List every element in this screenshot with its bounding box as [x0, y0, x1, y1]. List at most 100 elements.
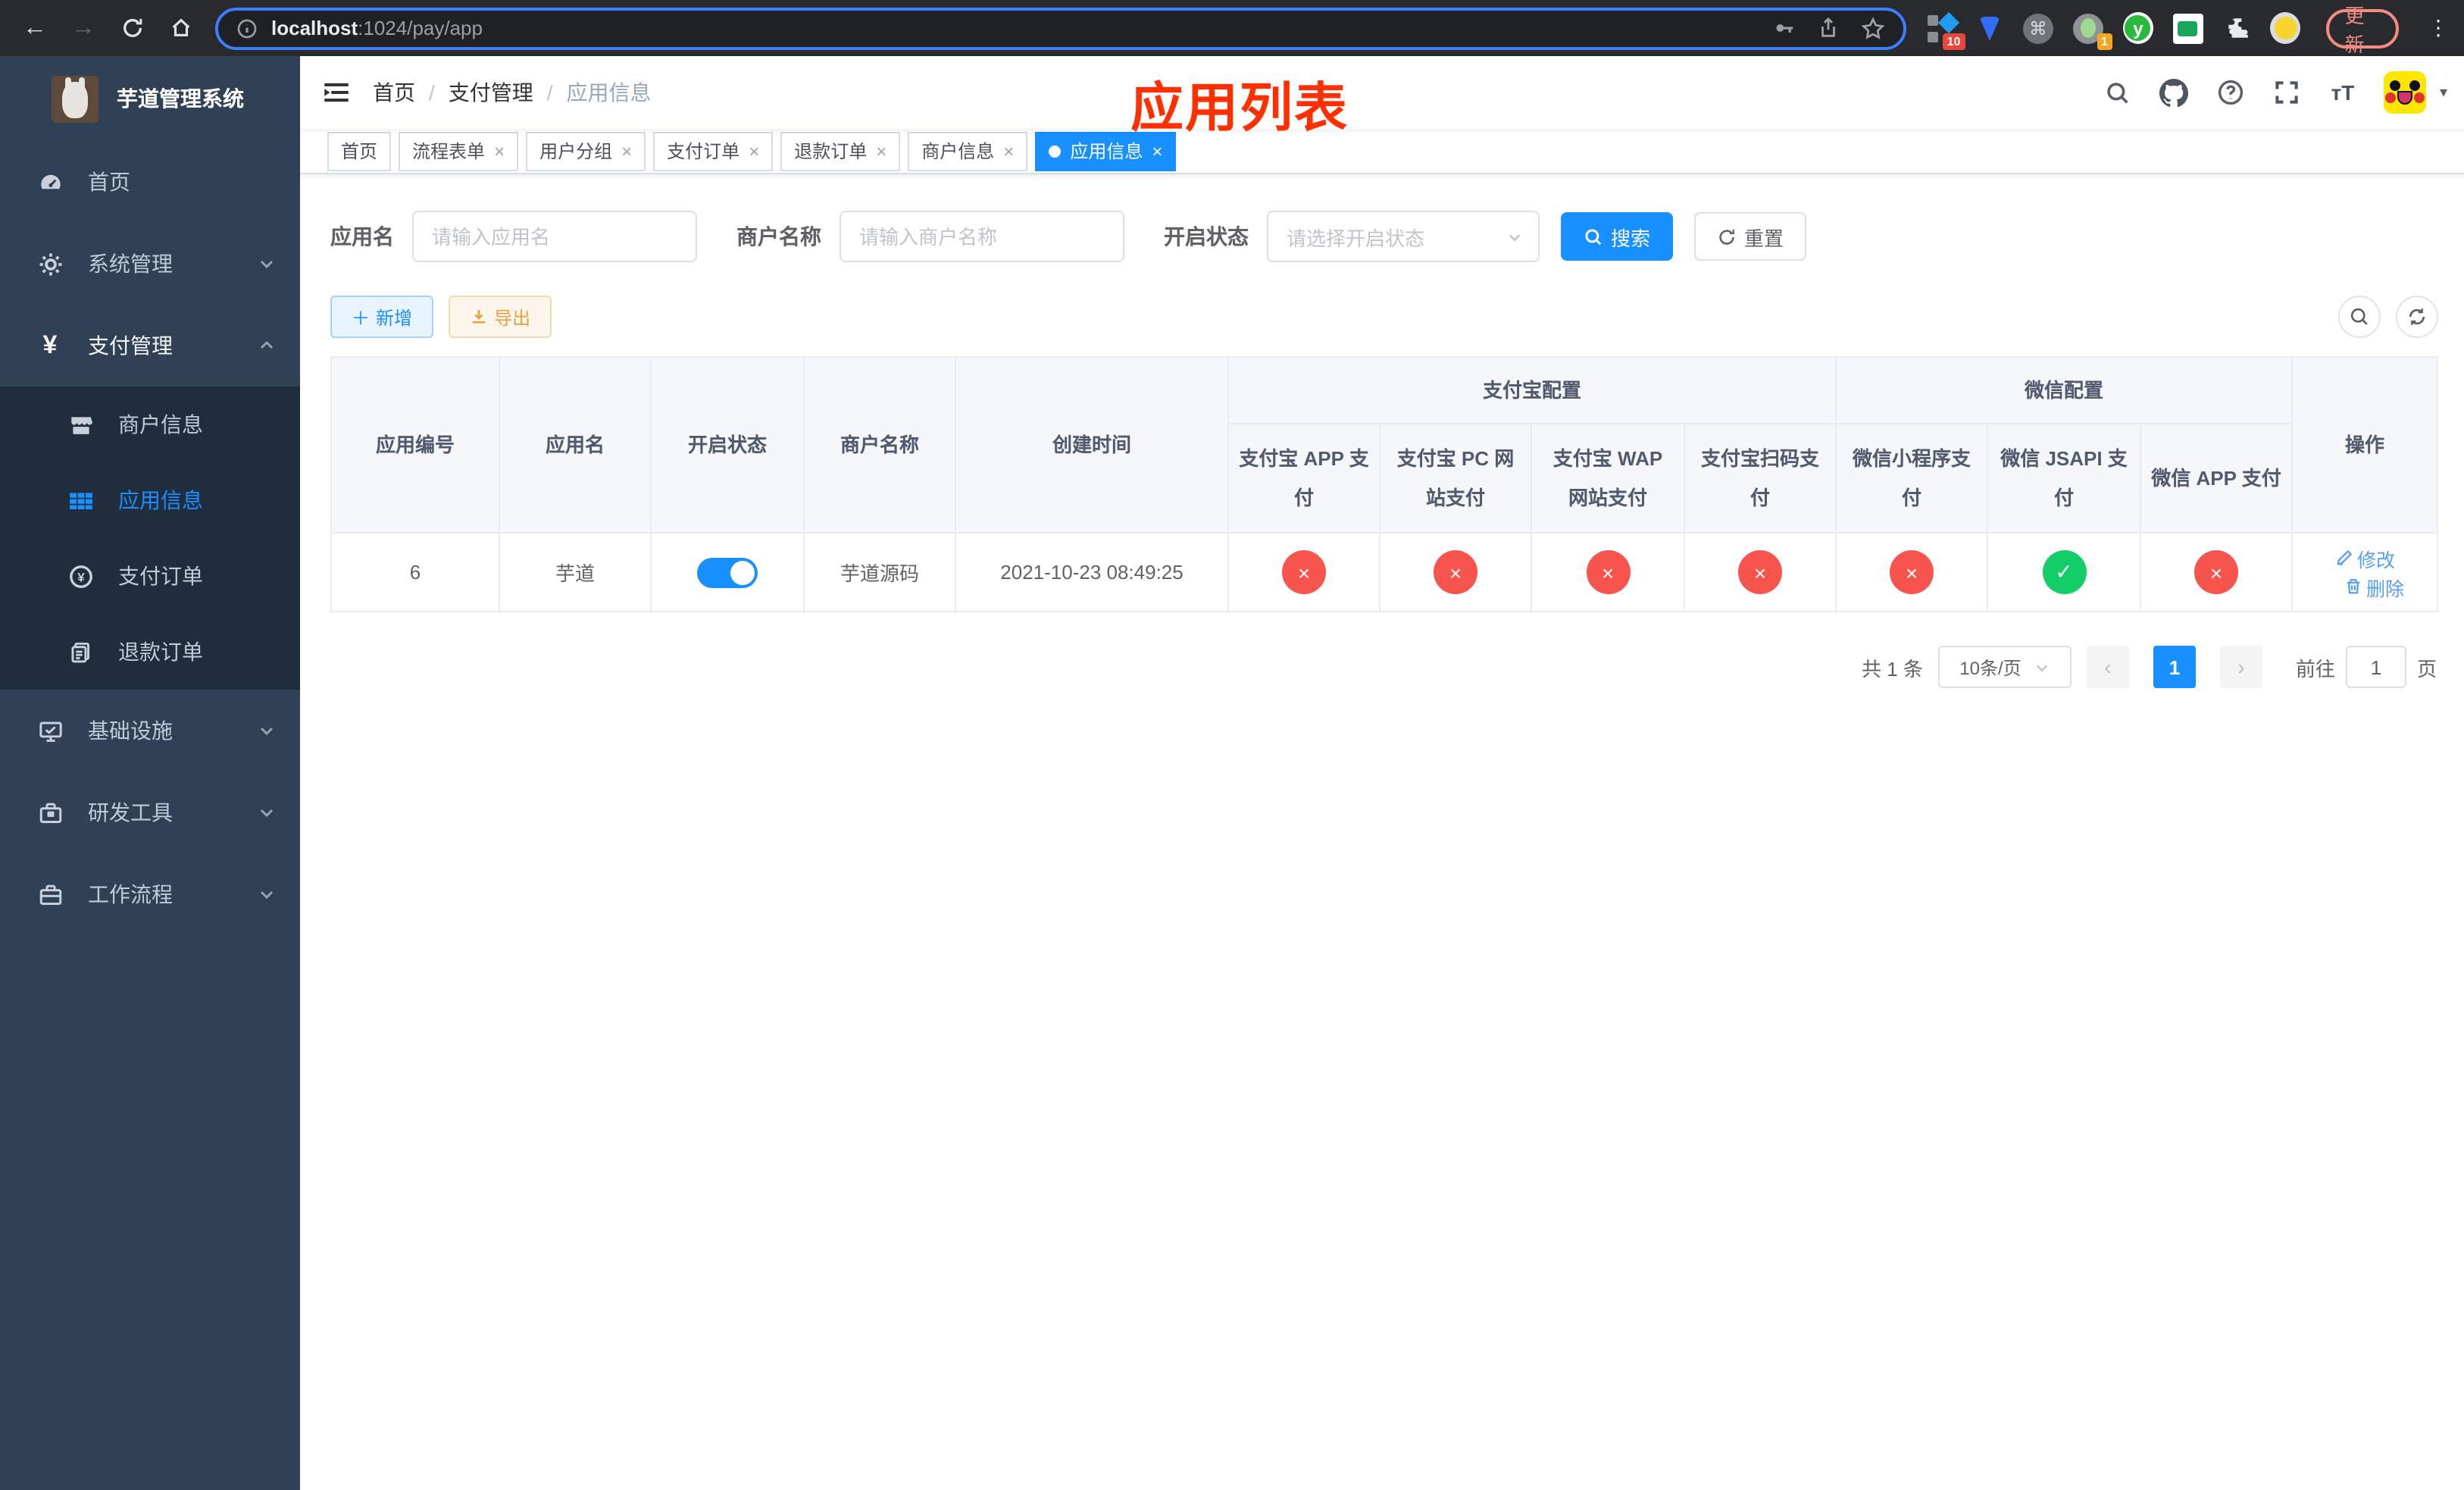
- next-page-button[interactable]: ›: [2219, 646, 2262, 688]
- download-icon: [472, 310, 486, 324]
- sidebar-item-app-info[interactable]: 应用信息: [0, 462, 300, 538]
- bunny-illustration: [62, 77, 88, 117]
- pencil-icon: [2336, 549, 2352, 565]
- browser-back-icon[interactable]: ←: [15, 8, 55, 48]
- extensions-menu-icon[interactable]: [2223, 13, 2251, 43]
- fullscreen-icon[interactable]: [2272, 77, 2302, 108]
- add-button[interactable]: ＋ 新增: [330, 296, 434, 338]
- sidebar-item-payment[interactable]: ¥ 支付管理: [0, 305, 300, 387]
- yen-circle-icon: ¥: [67, 562, 94, 590]
- cell-app-id: 6: [330, 532, 500, 612]
- extension-chat-icon[interactable]: [2172, 13, 2203, 43]
- screen: ← → localhost:1024/pay/app 10 ⌘ 1 y 更新 …: [0, 0, 2464, 1490]
- breadcrumb-separator: /: [429, 80, 435, 105]
- tag-refund-orders[interactable]: 退款订单 ×: [780, 131, 901, 171]
- extension-grid-icon[interactable]: 10: [1928, 11, 1965, 49]
- sidebar-item-label: 首页: [88, 170, 130, 194]
- breadcrumb-current: 应用信息: [566, 80, 652, 105]
- goto-page-input[interactable]: [2345, 646, 2406, 688]
- avatar-cheek: [2413, 92, 2425, 103]
- merchant-name-input[interactable]: [840, 211, 1124, 262]
- browser-home-icon[interactable]: [161, 8, 200, 48]
- current-page-button[interactable]: 1: [2153, 646, 2196, 688]
- close-icon[interactable]: ×: [749, 142, 759, 160]
- user-menu-caret-icon[interactable]: ▾: [2440, 84, 2447, 101]
- bookmark-star-icon[interactable]: [1862, 16, 1886, 40]
- close-icon[interactable]: ×: [494, 142, 505, 160]
- status-toggle[interactable]: [697, 557, 758, 587]
- sidebar-item-home[interactable]: 首页: [0, 141, 300, 223]
- grid-table-icon: [67, 487, 94, 514]
- kite-shape: [1978, 16, 2000, 40]
- sidebar-item-refund-orders[interactable]: 退款订单: [0, 614, 300, 690]
- sidebar-item-workflow[interactable]: 工作流程: [0, 853, 300, 935]
- sidebar-item-merchant-info[interactable]: 商户信息: [0, 387, 300, 462]
- status-select[interactable]: 请选择开启状态: [1267, 211, 1540, 262]
- site-info-icon[interactable]: [236, 17, 258, 39]
- tag-home[interactable]: 首页: [327, 131, 392, 171]
- close-icon[interactable]: ×: [1003, 142, 1014, 160]
- sidebar-collapse-icon[interactable]: [321, 77, 352, 108]
- delete-link[interactable]: 删除: [2344, 572, 2404, 601]
- sidebar-item-system[interactable]: 系统管理: [0, 223, 300, 305]
- app-name-input[interactable]: [412, 211, 697, 262]
- tag-merchant-info[interactable]: 商户信息 ×: [908, 131, 1028, 171]
- dashboard-icon: [36, 168, 64, 196]
- browser-forward-icon[interactable]: →: [64, 8, 103, 48]
- status-label: 开启状态: [1164, 224, 1249, 249]
- chevron-down-icon: [1509, 233, 1521, 241]
- tag-label: 退款订单: [794, 141, 868, 162]
- export-button[interactable]: 导出: [449, 296, 552, 338]
- page-size-select[interactable]: 10条/页: [1937, 646, 2072, 688]
- browser-reload-icon[interactable]: [112, 8, 152, 48]
- toggle-search-button[interactable]: [2338, 296, 2381, 338]
- close-icon[interactable]: ×: [1152, 142, 1162, 160]
- sidebar-item-infra[interactable]: 基础设施: [0, 690, 300, 772]
- chevron-down-icon: [258, 722, 276, 740]
- sidebar-item-pay-orders[interactable]: ¥ 支付订单: [0, 538, 300, 614]
- reload-icon: [123, 18, 142, 37]
- sidebar-item-dev-tools[interactable]: 研发工具: [0, 772, 300, 853]
- trash-icon: [2346, 578, 2359, 594]
- cross-icon: ×: [1282, 550, 1326, 594]
- chat-square: [2172, 13, 2203, 43]
- github-icon[interactable]: [2159, 77, 2190, 108]
- tag-user-group[interactable]: 用户分组 ×: [526, 131, 646, 171]
- user-avatar[interactable]: [2383, 71, 2426, 114]
- search-button[interactable]: 搜索: [1561, 212, 1674, 261]
- refresh-table-button[interactable]: [2396, 296, 2439, 338]
- font-size-icon[interactable]: ᴛT: [2328, 77, 2358, 108]
- profile-avatar-icon[interactable]: [2270, 12, 2301, 44]
- chrome-update-button[interactable]: 更新: [2326, 4, 2399, 55]
- avatar-mouth: [2397, 91, 2412, 105]
- breadcrumb-home[interactable]: 首页: [373, 77, 415, 108]
- tag-process-form[interactable]: 流程表单 ×: [399, 131, 519, 171]
- close-icon[interactable]: ×: [621, 142, 632, 160]
- reset-button-label: 重置: [1744, 227, 1784, 249]
- extension-tray-icon[interactable]: 1: [2072, 13, 2112, 49]
- col-created: 创建时间: [955, 356, 1229, 534]
- reset-button[interactable]: 重置: [1694, 212, 1807, 261]
- close-icon[interactable]: ×: [876, 142, 886, 160]
- cross-icon: ×: [2194, 550, 2239, 594]
- app-logo: [52, 75, 98, 122]
- edit-link[interactable]: 修改: [2334, 543, 2395, 572]
- share-icon[interactable]: [1818, 17, 1840, 39]
- password-key-icon[interactable]: [1774, 17, 1796, 39]
- extension-yudao-icon[interactable]: y: [2122, 12, 2153, 44]
- sidebar-logo-row[interactable]: 芋道管理系统: [0, 56, 300, 141]
- url-bar[interactable]: localhost:1024/pay/app: [215, 7, 1907, 49]
- extension-kite-icon[interactable]: [1975, 13, 2003, 43]
- extension-command-icon[interactable]: ⌘: [2022, 13, 2053, 43]
- breadcrumb-payment[interactable]: 支付管理: [449, 77, 533, 108]
- green-dot: [2080, 18, 2096, 38]
- header-search-icon[interactable]: [2103, 77, 2134, 108]
- app-table: 应用编号 应用名 开启状态 商户名称 创建时间 支付宝配置 微信配置 操作 支付…: [330, 356, 2439, 612]
- check-icon: ✓: [2042, 550, 2087, 594]
- prev-page-button[interactable]: ‹: [2086, 646, 2129, 688]
- breadcrumb-separator: /: [546, 80, 553, 105]
- browser-menu-icon[interactable]: ⋮: [2428, 15, 2449, 41]
- help-icon[interactable]: [2215, 77, 2246, 108]
- tag-pay-orders[interactable]: 支付订单 ×: [653, 131, 774, 171]
- cell-alipay-pc: ×: [1379, 532, 1532, 612]
